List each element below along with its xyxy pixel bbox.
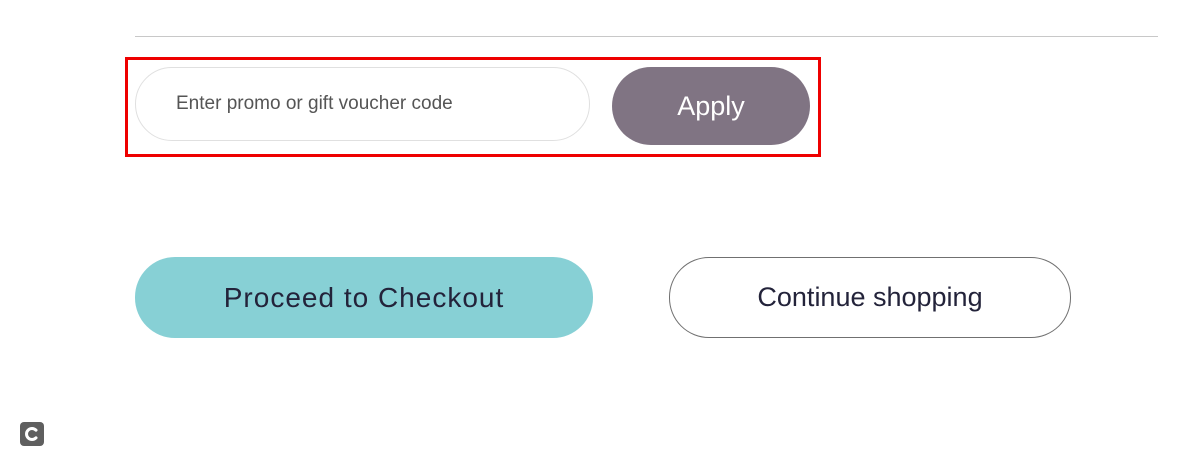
apply-promo-button[interactable]: Apply [612,67,810,145]
section-divider [135,36,1158,37]
continue-shopping-button[interactable]: Continue shopping [669,257,1071,338]
proceed-to-checkout-button[interactable]: Proceed to Checkout [135,257,593,338]
cart-actions-page: Apply Proceed to Checkout Continue shopp… [0,0,1195,452]
c-logo-icon[interactable] [20,422,44,446]
promo-code-input[interactable] [135,67,590,141]
c-logo-icon-glyph [25,427,38,441]
